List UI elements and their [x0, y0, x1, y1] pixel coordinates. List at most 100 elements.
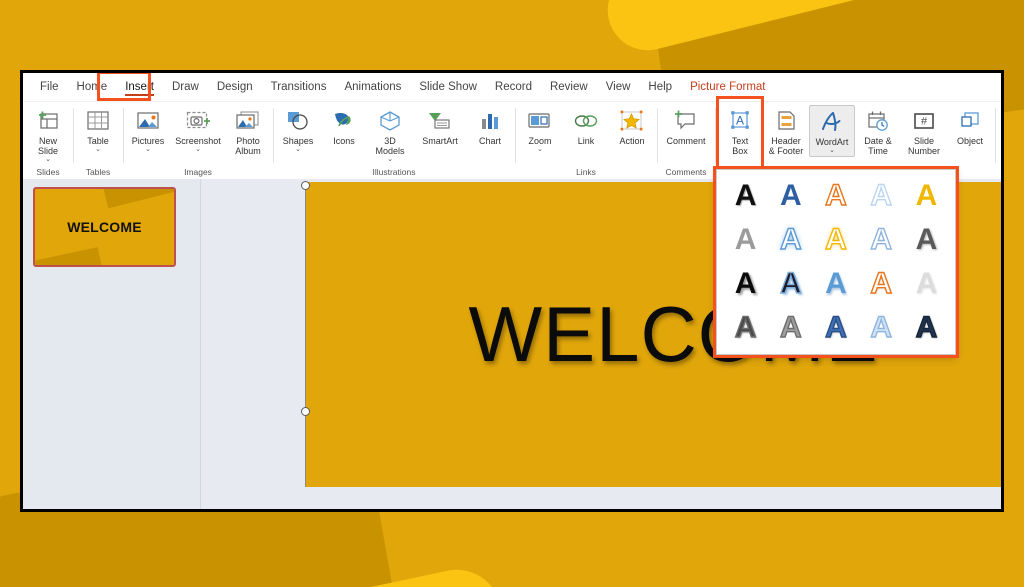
- chart-label: Chart: [478, 136, 501, 146]
- action-label: Action: [619, 136, 645, 146]
- slide-bottom-bar: [305, 487, 1001, 509]
- wordart-style-glyph: A: [870, 179, 893, 212]
- wordart-style-fill-medium-blue[interactable]: A: [813, 262, 858, 306]
- wordart-style-fill-light-gray[interactable]: A: [904, 262, 949, 306]
- chevron-down-icon[interactable]: ⌄: [537, 146, 543, 154]
- chart-button[interactable]: Chart: [467, 105, 513, 147]
- ribbon-group-illustrations: Shapes ⌄ Icons 3D Models ⌄ SmartArt Char…: [273, 102, 515, 179]
- screenshot-icon: [185, 106, 211, 136]
- 3d-models-icon: [378, 106, 402, 136]
- wordart-style-fill-royal-blue[interactable]: A: [813, 306, 858, 350]
- pictures-button[interactable]: Pictures ⌄: [125, 105, 171, 155]
- link-button[interactable]: Link: [563, 105, 609, 147]
- chevron-down-icon[interactable]: ⌄: [295, 146, 301, 154]
- wordart-style-glyph: A: [915, 223, 938, 256]
- wordart-button[interactable]: WordArt ⌄: [809, 105, 855, 157]
- chevron-down-icon[interactable]: ⌄: [145, 146, 151, 154]
- text-box-button[interactable]: A Text Box: [717, 105, 763, 157]
- tab-design[interactable]: Design: [208, 77, 262, 97]
- tab-file[interactable]: File: [31, 77, 68, 97]
- tab-insert[interactable]: Insert: [116, 77, 163, 97]
- photo-album-button[interactable]: Photo Album: [225, 105, 271, 157]
- chevron-down-icon[interactable]: ⌄: [195, 146, 201, 154]
- tab-picture-format[interactable]: Picture Format: [681, 77, 774, 97]
- wordart-style-fill-black-shadow[interactable]: A: [723, 262, 768, 306]
- wordart-style-glyph: A: [824, 179, 847, 212]
- table-button[interactable]: Table ⌄: [75, 105, 121, 155]
- wordart-style-fill-charcoal[interactable]: A: [723, 306, 768, 350]
- tab-record[interactable]: Record: [486, 77, 541, 97]
- screenshot-button[interactable]: Screenshot ⌄: [171, 105, 225, 155]
- smartart-button[interactable]: SmartArt: [413, 105, 467, 147]
- smartart-label: SmartArt: [422, 136, 458, 146]
- wordart-style-outline-light-blue[interactable]: A: [859, 174, 904, 218]
- tab-help[interactable]: Help: [639, 77, 681, 97]
- group-label-tables: Tables: [85, 167, 111, 177]
- slide-thumbnail-title: WELCOME: [67, 219, 142, 235]
- wordart-style-glyph: A: [825, 267, 847, 300]
- slide-thumbnail-pane[interactable]: WELCOME: [23, 179, 201, 509]
- icons-label: Icons: [333, 136, 355, 146]
- wordart-gallery-dropdown[interactable]: AAAAAAAAAAAAAAAAAAAA: [716, 169, 956, 355]
- comment-button[interactable]: Comment: [659, 105, 713, 147]
- shapes-button[interactable]: Shapes ⌄: [275, 105, 321, 155]
- zoom-button[interactable]: Zoom ⌄: [517, 105, 563, 155]
- comment-label: Comment: [666, 136, 706, 146]
- wordart-style-glyph: A: [779, 311, 802, 344]
- icons-button[interactable]: Icons: [321, 105, 367, 147]
- wordart-style-outline-pale-blue[interactable]: A: [859, 306, 904, 350]
- header-footer-icon: [774, 106, 798, 136]
- object-button[interactable]: Object: [947, 105, 993, 147]
- wordart-style-outline-orange[interactable]: A: [813, 174, 858, 218]
- wordart-style-fill-navy[interactable]: A: [904, 306, 949, 350]
- tab-view[interactable]: View: [597, 77, 640, 97]
- tab-slide-show[interactable]: Slide Show: [410, 77, 486, 97]
- slide-number-label: Slide Number: [907, 136, 940, 156]
- group-label-links: Links: [576, 167, 596, 177]
- equation-button[interactable]: π Equation ⌄: [997, 105, 1001, 155]
- chevron-down-icon[interactable]: ⌄: [45, 156, 51, 164]
- wordart-style-fill-blue[interactable]: A: [768, 174, 813, 218]
- tab-transitions[interactable]: Transitions: [262, 77, 336, 97]
- text-box-icon: A: [728, 106, 752, 136]
- tab-home[interactable]: Home: [68, 77, 117, 97]
- wordart-style-glyph: A: [915, 311, 938, 344]
- powerpoint-window: File Home Insert Draw Design Transitions…: [20, 70, 1004, 512]
- date-time-icon: [866, 106, 890, 136]
- header-footer-button[interactable]: Header & Footer: [763, 105, 809, 157]
- 3d-models-label: 3D Models: [375, 136, 405, 156]
- date-time-button[interactable]: Date & Time: [855, 105, 901, 157]
- wordart-style-outline-steel-blue[interactable]: A: [859, 218, 904, 262]
- wordart-style-outline-gray[interactable]: A: [768, 306, 813, 350]
- selection-handle-middle-left[interactable]: [301, 407, 310, 416]
- wordart-style-fill-dark-gray[interactable]: A: [904, 218, 949, 262]
- wordart-style-fill-gold[interactable]: A: [904, 174, 949, 218]
- group-label-illustrations: Illustrations: [372, 167, 416, 177]
- group-label-symbols: [997, 166, 1001, 179]
- ribbon: New Slide ⌄ Slides Table ⌄ Tables Pictur…: [23, 101, 1001, 179]
- chevron-down-icon[interactable]: ⌄: [95, 146, 101, 154]
- ribbon-group-tables: Table ⌄ Tables: [73, 102, 123, 179]
- wordart-style-fill-dark-blue-shadow[interactable]: A: [768, 262, 813, 306]
- wordart-style-outline-orange-2[interactable]: A: [859, 262, 904, 306]
- slide-thumbnail-1[interactable]: WELCOME: [33, 187, 176, 267]
- wordart-style-fill-gray[interactable]: A: [723, 218, 768, 262]
- chevron-down-icon[interactable]: ⌄: [387, 156, 393, 164]
- chevron-down-icon[interactable]: ⌄: [829, 147, 835, 155]
- action-button[interactable]: Action: [609, 105, 655, 147]
- link-icon: [573, 106, 599, 136]
- 3d-models-button[interactable]: 3D Models ⌄: [367, 105, 413, 165]
- wordart-style-glyph: A: [870, 311, 893, 344]
- new-slide-button[interactable]: New Slide ⌄: [25, 105, 71, 165]
- wordart-style-fill-black[interactable]: A: [723, 174, 768, 218]
- slide-number-button[interactable]: # Slide Number: [901, 105, 947, 157]
- tab-animations[interactable]: Animations: [335, 77, 410, 97]
- tab-draw[interactable]: Draw: [163, 77, 208, 97]
- selection-handle-top-left[interactable]: [301, 181, 310, 190]
- wordart-style-outline-amber[interactable]: A: [813, 218, 858, 262]
- wordart-style-outline-blue-glow[interactable]: A: [768, 218, 813, 262]
- text-box-label: Text Box: [731, 136, 749, 156]
- tab-review[interactable]: Review: [541, 77, 597, 97]
- wordart-style-glyph: A: [870, 267, 893, 300]
- link-label: Link: [577, 136, 595, 146]
